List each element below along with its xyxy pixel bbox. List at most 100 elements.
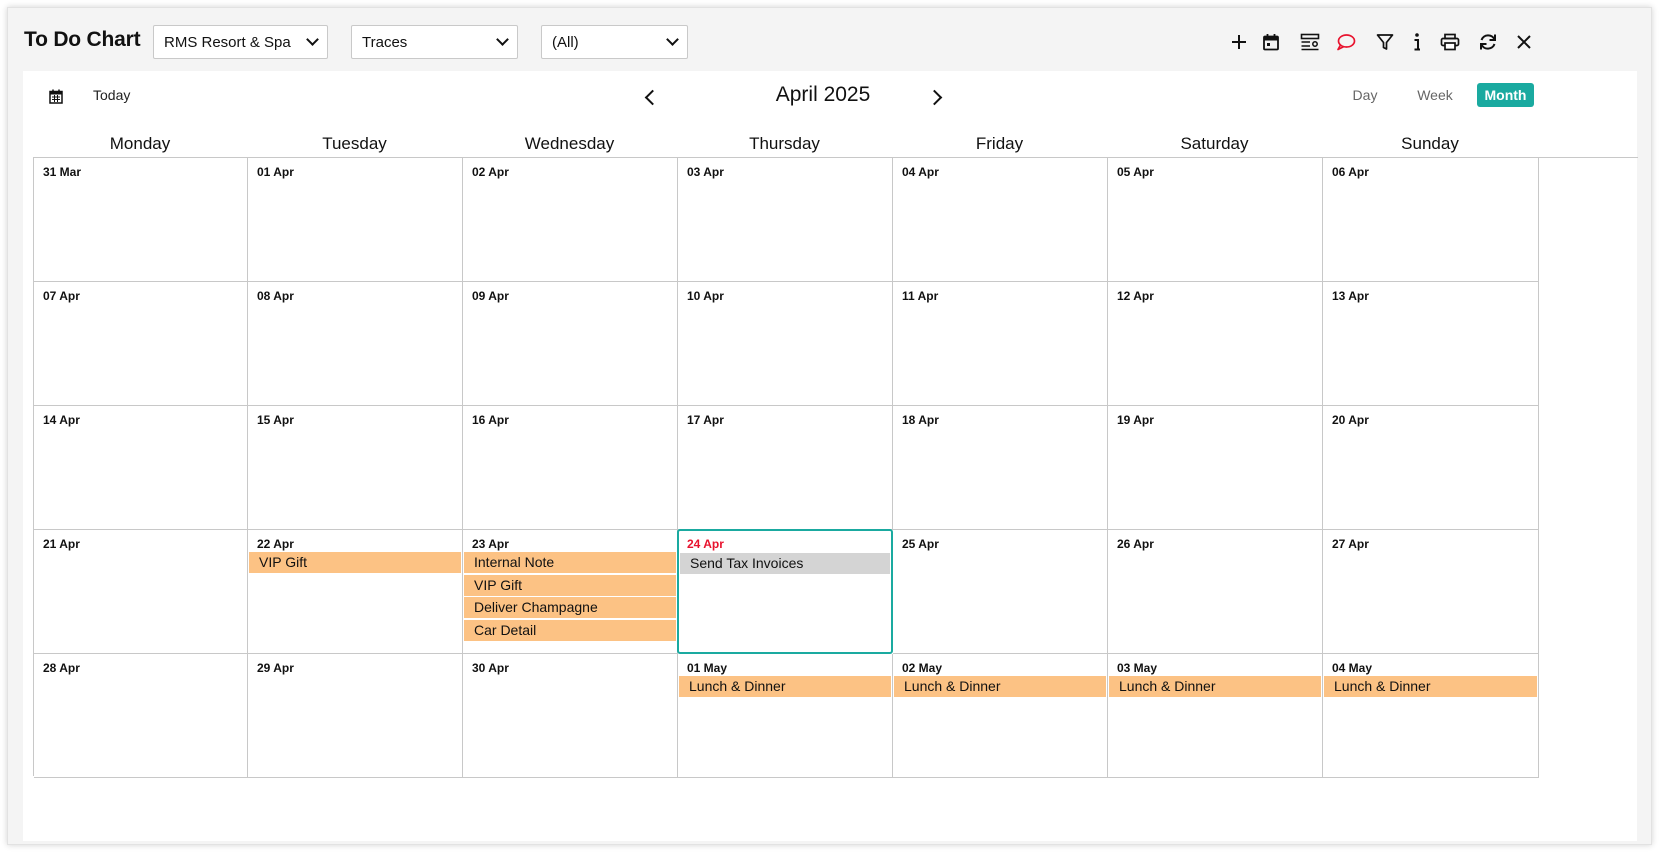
print-icon[interactable] [1438, 30, 1462, 54]
calendar-event[interactable]: Lunch & Dinner [1109, 676, 1321, 697]
day-number: 01 May [687, 661, 728, 675]
day-cell[interactable]: 12 Apr [1108, 282, 1323, 406]
day-cell[interactable]: 25 Apr [893, 530, 1108, 654]
chevron-down-icon [306, 33, 319, 46]
day-cell[interactable]: 19 Apr [1108, 406, 1323, 530]
weekday-monday: Monday [109, 134, 171, 153]
filter-icon[interactable] [1373, 30, 1397, 54]
day-cell[interactable]: 17 Apr [678, 406, 893, 530]
day-number: 17 Apr [687, 413, 724, 427]
calendar-event[interactable]: VIP Gift [464, 574, 676, 596]
day-number: 08 Apr [257, 289, 294, 303]
day-cell[interactable]: 01 Apr [248, 158, 463, 282]
header-bar: To Do Chart RMS Resort & Spa Traces (All… [8, 8, 1651, 76]
weekday-friday: Friday [975, 134, 1024, 153]
day-cell[interactable]: 14 Apr [34, 406, 248, 530]
day-cell[interactable]: 18 Apr [893, 406, 1108, 530]
month-title: April 2025 [775, 83, 871, 106]
day-cell[interactable]: 09 Apr [463, 282, 678, 406]
type-select-value: Traces [362, 33, 408, 51]
weekday-sunday: Sunday [1401, 134, 1459, 153]
day-number: 20 Apr [1332, 413, 1369, 427]
day-cell[interactable]: 06 Apr [1323, 158, 1539, 282]
day-cell[interactable]: 02 Apr [463, 158, 678, 282]
next-month-button[interactable] [925, 86, 947, 108]
day-number: 23 Apr [472, 537, 509, 551]
add-icon[interactable] [1227, 30, 1251, 54]
filter-select-value: (All) [552, 33, 579, 51]
calendar-event[interactable]: Deliver Champagne [464, 597, 676, 619]
day-number: 15 Apr [257, 413, 294, 427]
close-icon[interactable] [1512, 30, 1536, 54]
day-number: 03 May [1117, 661, 1158, 675]
calendar-icon[interactable] [49, 89, 67, 107]
day-cell[interactable]: 03 Apr [678, 158, 893, 282]
filter-select[interactable]: (All) [541, 25, 688, 59]
calendar-event[interactable]: Car Detail [464, 620, 676, 642]
chat-icon[interactable] [1334, 30, 1358, 54]
day-cell[interactable]: 13 Apr [1323, 282, 1539, 406]
day-cell[interactable]: 05 Apr [1108, 158, 1323, 282]
day-cell[interactable]: 31 Mar [34, 158, 248, 282]
day-cell[interactable]: 22 Apr VIP Gift [248, 530, 463, 654]
chevron-down-icon [666, 33, 679, 46]
day-cell[interactable]: 15 Apr [248, 406, 463, 530]
view-week-button[interactable]: Week [1404, 83, 1466, 107]
calendar-nav: Today April 2025 Day Week Month [23, 71, 1637, 131]
day-cell[interactable]: 29 Apr [248, 654, 463, 778]
day-cell[interactable]: 03 May Lunch & Dinner [1108, 654, 1323, 778]
day-number: 04 May [1332, 661, 1373, 675]
day-number: 29 Apr [257, 661, 294, 675]
day-cell[interactable]: 02 May Lunch & Dinner [893, 654, 1108, 778]
calendar-event[interactable]: Send Tax Invoices [680, 553, 890, 574]
calendar-event[interactable]: VIP Gift [249, 552, 461, 573]
type-select[interactable]: Traces [351, 25, 518, 59]
chevron-down-icon [496, 33, 509, 46]
calendar-panel: Today April 2025 Day Week Month Monday Tu… [23, 71, 1638, 841]
info-icon[interactable] [1405, 30, 1429, 54]
day-cell[interactable]: 16 Apr [463, 406, 678, 530]
list-settings-icon[interactable] [1298, 30, 1322, 54]
day-number: 05 Apr [1117, 165, 1154, 179]
calendar-event[interactable]: Lunch & Dinner [679, 676, 891, 697]
day-cell[interactable]: 26 Apr [1108, 530, 1323, 654]
day-cell[interactable]: 24 Apr Send Tax Invoices [677, 529, 893, 654]
day-cell[interactable]: 11 Apr [893, 282, 1108, 406]
day-number: 13 Apr [1332, 289, 1369, 303]
day-number: 26 Apr [1117, 537, 1154, 551]
calendar-event[interactable]: Lunch & Dinner [1324, 676, 1537, 697]
day-number: 06 Apr [1332, 165, 1369, 179]
day-cell[interactable]: 07 Apr [34, 282, 248, 406]
day-cell[interactable]: 01 May Lunch & Dinner [678, 654, 893, 778]
day-cell[interactable]: 04 May Lunch & Dinner [1323, 654, 1539, 778]
today-button[interactable]: Today [93, 87, 130, 103]
day-number: 11 Apr [902, 289, 939, 303]
day-cell[interactable]: 27 Apr [1323, 530, 1539, 654]
day-number: 18 Apr [902, 413, 939, 427]
chevron-left-icon [644, 89, 660, 105]
refresh-icon[interactable] [1476, 30, 1500, 54]
day-number: 25 Apr [902, 537, 939, 551]
day-cell[interactable]: 20 Apr [1323, 406, 1539, 530]
day-number: 02 May [902, 661, 943, 675]
day-number: 21 Apr [43, 537, 80, 551]
day-number: 27 Apr [1332, 537, 1369, 551]
day-cell[interactable]: 08 Apr [248, 282, 463, 406]
calendar-event[interactable]: Lunch & Dinner [894, 676, 1106, 697]
day-number: 09 Apr [472, 289, 509, 303]
prev-month-button[interactable] [639, 86, 661, 108]
day-number: 30 Apr [472, 661, 509, 675]
day-number: 02 Apr [472, 165, 509, 179]
day-number: 12 Apr [1117, 289, 1154, 303]
view-month-button[interactable]: Month [1477, 83, 1534, 107]
day-cell[interactable]: 21 Apr [34, 530, 248, 654]
day-cell[interactable]: 30 Apr [463, 654, 678, 778]
calendar-icon[interactable] [1259, 30, 1283, 54]
day-cell[interactable]: 23 Apr Internal Note VIP Gift Deliver Champ… [463, 530, 678, 654]
day-cell[interactable]: 04 Apr [893, 158, 1108, 282]
view-day-button[interactable]: Day [1340, 83, 1390, 107]
day-cell[interactable]: 28 Apr [34, 654, 248, 778]
day-cell[interactable]: 10 Apr [678, 282, 893, 406]
property-select[interactable]: RMS Resort & Spa [153, 25, 328, 59]
calendar-event[interactable]: Internal Note [464, 552, 676, 573]
